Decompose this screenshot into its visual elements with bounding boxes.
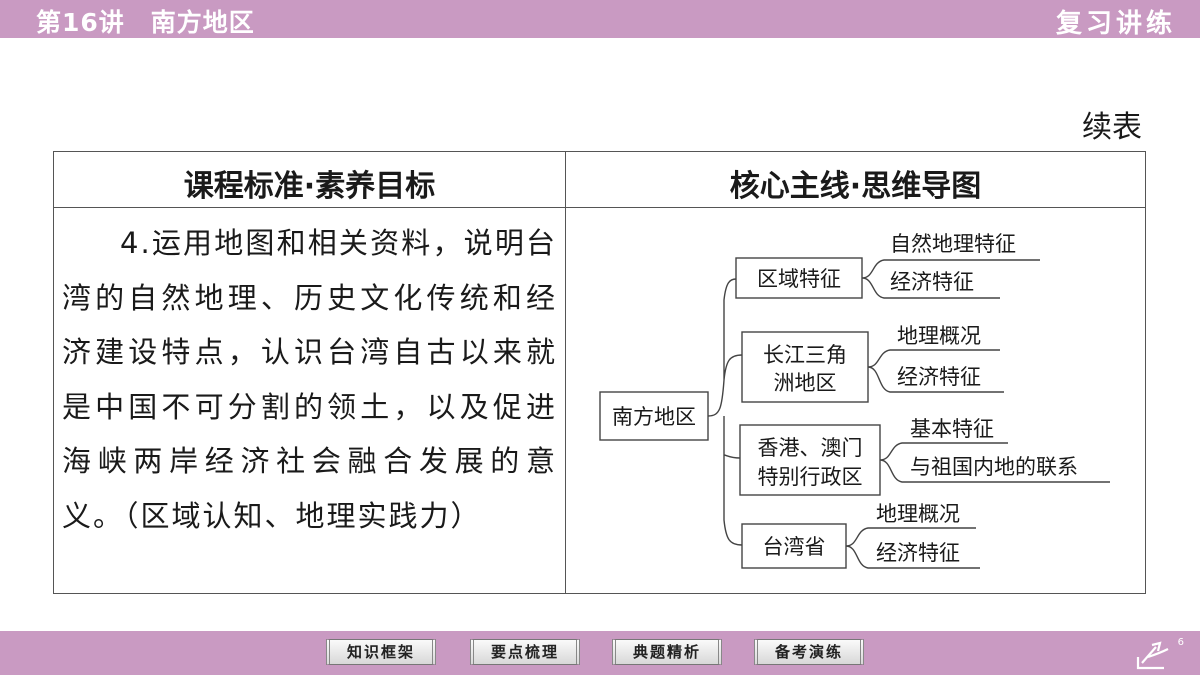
leaf-4-1: 地理概况 [876,502,960,526]
nav-knowledge-framework-button[interactable]: 知识框架 [326,639,436,665]
nav-exam-practice-button[interactable]: 备考演练 [754,639,864,665]
branch-label-4: 台湾省 [763,535,826,559]
branch-label-3-line-2: 特别行政区 [758,465,863,489]
leaf-4-2: 经济特征 [876,541,960,565]
nav-key-points-button[interactable]: 要点梳理 [470,639,580,665]
footer-bar: 知识框架 要点梳理 典题精析 备考演练 6 [0,631,1200,675]
root-bracket [707,278,743,546]
page-indicator[interactable]: 6 [1134,635,1190,671]
branch-label-2-line-1: 长江三角 [763,343,847,367]
mindmap-root: 南方地区 [612,405,696,429]
branch-label-1: 区域特征 [757,267,841,291]
leaf-2-2: 经济特征 [897,365,981,389]
leaf-1-1: 自然地理特征 [890,232,1016,256]
leaf-2-1: 地理概况 [897,324,981,348]
leaf-3-2: 与祖国内地的联系 [910,455,1078,479]
leaf-1-2: 经济特征 [890,270,974,294]
branch-label-3-line-1: 香港、澳门 [758,436,863,460]
leaf-3-1: 基本特征 [910,417,994,441]
branch-label-2-line-2: 洲地区 [774,371,837,395]
mind-map: 南方地区 区域特征 长江三角 洲地区 香港、澳门 特别行政区 台湾省 自然地理特… [599,232,1110,569]
page-number: 6 [1177,637,1184,648]
nav-typical-examples-button[interactable]: 典题精析 [612,639,722,665]
